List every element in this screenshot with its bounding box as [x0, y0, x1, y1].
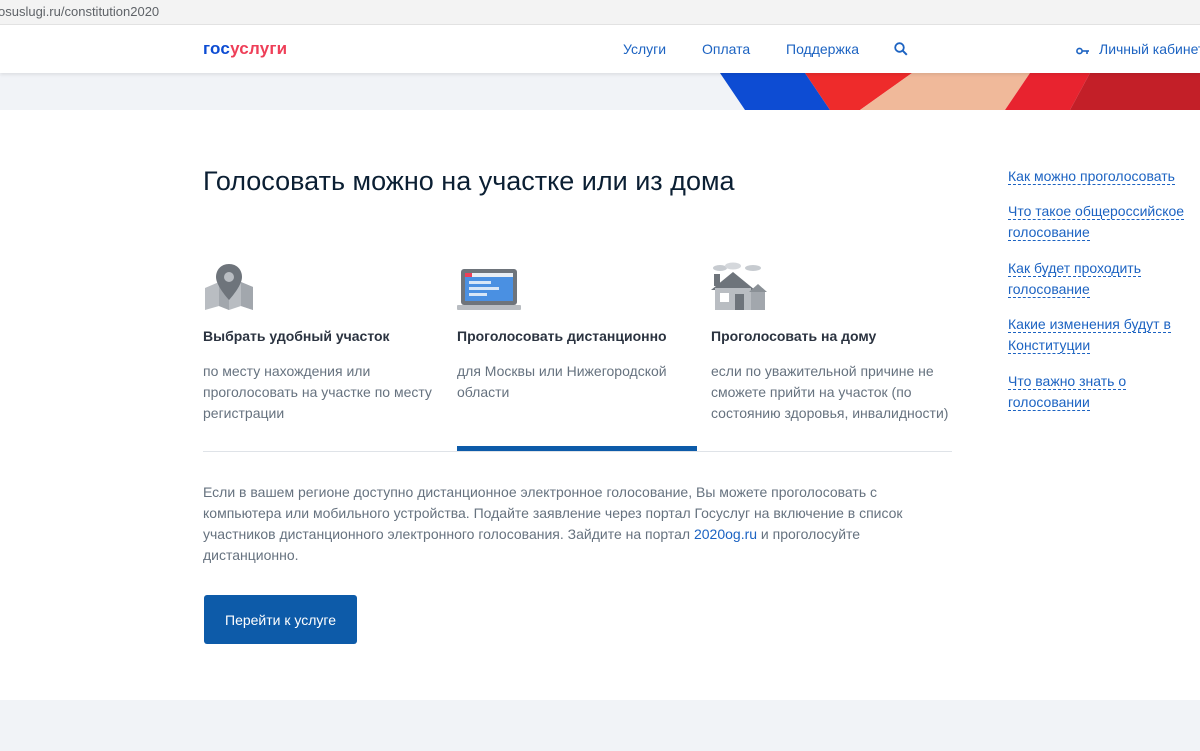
flag-ribbon-decoration	[720, 73, 1200, 110]
sidebar-link-important-info[interactable]: Что важно знать о голосовании	[1008, 371, 1188, 413]
active-option-indicator	[457, 446, 697, 451]
option-description: для Москвы или Нижегородской области	[457, 363, 667, 400]
footer-band	[0, 700, 1200, 751]
options-divider	[203, 451, 952, 452]
option-title: Выбрать удобный участок	[203, 328, 390, 344]
site-header: госуслуги Услуги Оплата Поддержка Личный…	[0, 25, 1200, 73]
go-to-service-button[interactable]: Перейти к услуге	[204, 595, 357, 644]
house-icon	[711, 262, 767, 310]
sidebar-link-what-is-vote[interactable]: Что такое общероссийское голосование	[1008, 201, 1188, 243]
header-banner	[0, 73, 1200, 110]
option-description: если по уважительной причине не сможете …	[711, 363, 949, 421]
option-remote-voting[interactable]: Проголосовать дистанционно для Москвы ил…	[457, 262, 697, 403]
nav-services[interactable]: Услуги	[623, 41, 666, 57]
nav-payment[interactable]: Оплата	[702, 41, 750, 57]
url-text: osuslugi.ru/constitution2020	[0, 4, 160, 19]
option-description: по месту нахождения или проголосовать на…	[203, 363, 432, 421]
search-icon[interactable]	[894, 42, 908, 61]
sidebar-link-how-it-works[interactable]: Как будет проходить голосование	[1008, 258, 1188, 300]
option-polling-station[interactable]: Выбрать удобный участок по месту нахожде…	[203, 262, 443, 424]
sidebar-link-how-to-vote[interactable]: Как можно проголосовать	[1008, 166, 1188, 187]
gosuslugi-logo[interactable]: госуслуги	[203, 39, 287, 59]
portal-link[interactable]: 2020og.ru	[694, 526, 757, 542]
browser-address-bar[interactable]: osuslugi.ru/constitution2020	[0, 0, 1200, 25]
personal-cabinet-link[interactable]: Личный кабинет	[1099, 41, 1200, 57]
nav-support[interactable]: Поддержка	[786, 41, 859, 57]
page-title: Голосовать можно на участке или из дома	[203, 166, 735, 196]
sidebar-link-constitution-changes[interactable]: Какие изменения будут в Конституции	[1008, 314, 1188, 356]
map-pin-icon	[205, 264, 253, 310]
option-home-voting[interactable]: Проголосовать на дому если по уважительн…	[711, 262, 951, 424]
laptop-icon	[457, 269, 521, 310]
key-icon	[1076, 43, 1090, 61]
option-title: Проголосовать на дому	[711, 328, 877, 344]
logo-part-uslugi: услуги	[230, 39, 288, 58]
info-paragraph: Если в вашем регионе доступно дистанцион…	[203, 482, 923, 566]
logo-part-gos: гос	[203, 39, 231, 58]
option-title: Проголосовать дистанционно	[457, 328, 667, 344]
